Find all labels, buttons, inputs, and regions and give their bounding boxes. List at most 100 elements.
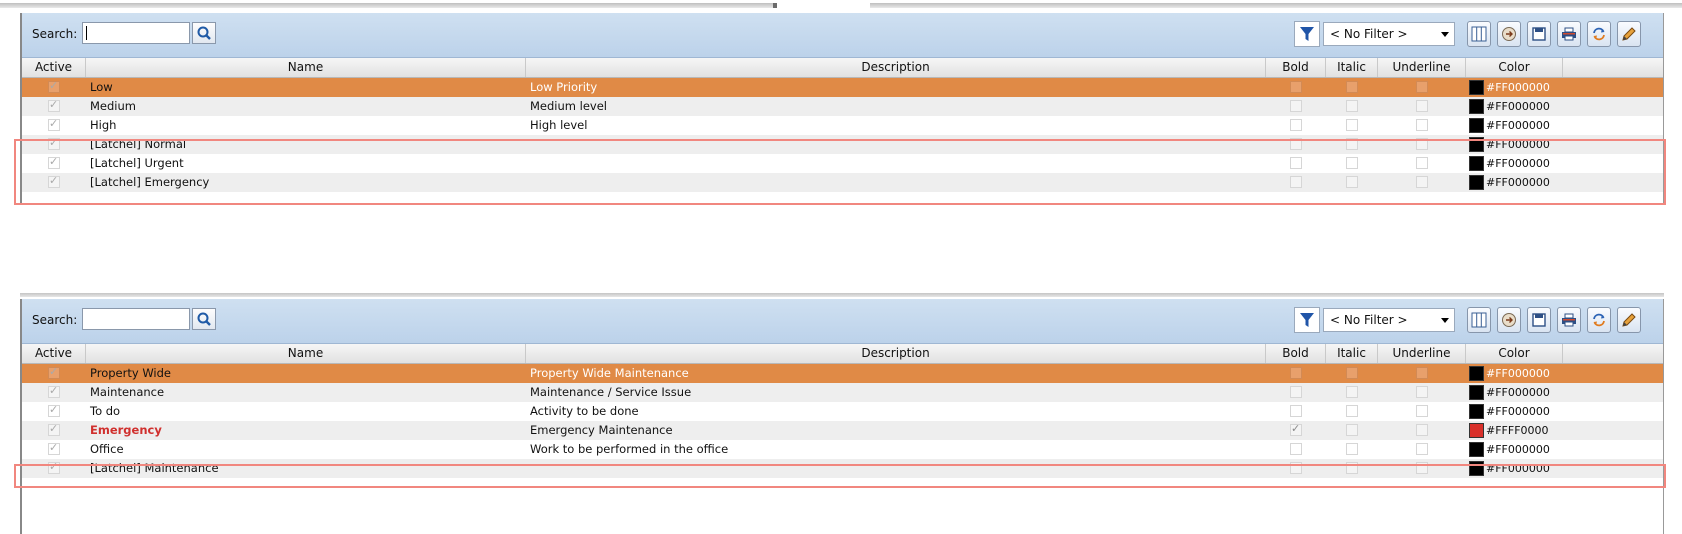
chevron-down-icon — [1441, 318, 1449, 323]
bold-checkbox[interactable]: ✓ — [1290, 422, 1302, 436]
italic-checkbox[interactable] — [1346, 424, 1358, 436]
column-header-italic[interactable]: Italic — [1326, 58, 1378, 77]
active-checkbox[interactable]: ✓ — [48, 98, 60, 112]
column-header-description[interactable]: Description — [526, 344, 1266, 363]
active-checkbox[interactable]: ✓ — [48, 117, 60, 131]
underline-checkbox[interactable] — [1416, 424, 1428, 436]
bold-checkbox[interactable] — [1290, 81, 1302, 93]
color-cell[interactable]: #FFFF0000 — [1466, 421, 1563, 440]
color-cell[interactable]: #FF000000 — [1466, 364, 1563, 383]
bold-checkbox[interactable] — [1290, 100, 1302, 112]
column-header-active[interactable]: Active — [22, 344, 86, 363]
toolbar: Search: < No Filter > — [22, 299, 1663, 344]
column-header-italic[interactable]: Italic — [1326, 344, 1378, 363]
italic-checkbox[interactable] — [1346, 119, 1358, 131]
export-button[interactable] — [1497, 21, 1521, 47]
filter-button[interactable] — [1294, 21, 1320, 47]
edit-button[interactable] — [1617, 307, 1641, 333]
export-button[interactable] — [1497, 307, 1521, 333]
color-cell[interactable]: #FF000000 — [1466, 116, 1563, 135]
active-checkbox[interactable]: ✓ — [48, 365, 60, 379]
search-button[interactable] — [192, 308, 216, 330]
color-cell[interactable]: #FF000000 — [1466, 440, 1563, 459]
active-checkbox[interactable]: ✓ — [48, 441, 60, 455]
table-row[interactable]: ✓ Emergency Emergency Maintenance ✓ #FFF… — [22, 421, 1663, 440]
column-header-underline[interactable]: Underline — [1378, 344, 1466, 363]
search-icon — [197, 312, 211, 326]
underline-checkbox[interactable] — [1416, 443, 1428, 455]
column-header-bold[interactable]: Bold — [1266, 344, 1326, 363]
color-value: #FF000000 — [1486, 100, 1550, 113]
italic-checkbox[interactable] — [1346, 367, 1358, 379]
search-input[interactable] — [82, 308, 190, 330]
row-description: High level — [530, 118, 588, 132]
edit-button[interactable] — [1617, 21, 1641, 47]
column-header-color[interactable]: Color — [1466, 58, 1563, 77]
table-row[interactable]: ✓ Maintenance Maintenance / Service Issu… — [22, 383, 1663, 402]
column-header-bold[interactable]: Bold — [1266, 58, 1326, 77]
columns-button[interactable] — [1467, 307, 1491, 333]
underline-checkbox[interactable] — [1416, 119, 1428, 131]
row-description: Maintenance / Service Issue — [530, 385, 692, 399]
filter-dropdown[interactable]: < No Filter > — [1323, 22, 1455, 46]
columns-button[interactable] — [1467, 21, 1491, 47]
bold-checkbox[interactable] — [1290, 405, 1302, 417]
bold-checkbox[interactable] — [1290, 119, 1302, 131]
active-checkbox[interactable]: ✓ — [48, 79, 60, 93]
color-cell[interactable]: #FF000000 — [1466, 402, 1563, 421]
italic-checkbox[interactable] — [1346, 100, 1358, 112]
color-swatch — [1469, 80, 1484, 95]
table-row[interactable]: ✓ Office Work to be performed in the off… — [22, 440, 1663, 459]
search-icon — [197, 26, 211, 40]
underline-checkbox[interactable] — [1416, 81, 1428, 93]
active-checkbox[interactable]: ✓ — [48, 422, 60, 436]
table-row[interactable]: ✓ Medium Medium level #FF000000 — [22, 97, 1663, 116]
save-button[interactable] — [1527, 307, 1551, 333]
underline-checkbox[interactable] — [1416, 100, 1428, 112]
italic-checkbox[interactable] — [1346, 81, 1358, 93]
grid-panel-categories: Search: < No Filter > Active Name Descri… — [20, 299, 1664, 534]
toolbar: Search: < No Filter > — [22, 13, 1663, 58]
panel-top-edge — [20, 293, 1664, 297]
filter-dropdown[interactable]: < No Filter > — [1323, 308, 1455, 332]
column-header-name[interactable]: Name — [86, 58, 526, 77]
underline-checkbox[interactable] — [1416, 405, 1428, 417]
row-description: Emergency Maintenance — [530, 423, 673, 437]
italic-checkbox[interactable] — [1346, 405, 1358, 417]
refresh-button[interactable] — [1587, 307, 1611, 333]
bold-checkbox[interactable] — [1290, 443, 1302, 455]
column-header-underline[interactable]: Underline — [1378, 58, 1466, 77]
color-value: #FFFF0000 — [1486, 424, 1549, 437]
search-input[interactable] — [82, 22, 190, 44]
bold-checkbox[interactable] — [1290, 367, 1302, 379]
color-cell[interactable]: #FF000000 — [1466, 383, 1563, 402]
columns-icon — [1471, 312, 1487, 328]
table-row[interactable]: ✓ Property Wide Property Wide Maintenanc… — [22, 364, 1663, 383]
search-button[interactable] — [192, 22, 216, 44]
bold-checkbox[interactable] — [1290, 386, 1302, 398]
refresh-button[interactable] — [1587, 21, 1611, 47]
print-icon — [1562, 313, 1576, 327]
print-button[interactable] — [1557, 21, 1581, 47]
table-row[interactable]: ✓ High High level #FF000000 — [22, 116, 1663, 135]
filter-button[interactable] — [1294, 307, 1320, 333]
table-row[interactable]: ✓ Low Low Priority #FF000000 — [22, 78, 1663, 97]
underline-checkbox[interactable] — [1416, 367, 1428, 379]
color-cell[interactable]: #FF000000 — [1466, 97, 1563, 116]
column-header-color[interactable]: Color — [1466, 344, 1563, 363]
row-description: Property Wide Maintenance — [530, 366, 689, 380]
underline-checkbox[interactable] — [1416, 386, 1428, 398]
italic-checkbox[interactable] — [1346, 443, 1358, 455]
color-cell[interactable]: #FF000000 — [1466, 78, 1563, 97]
color-value: #FF000000 — [1486, 119, 1550, 132]
column-header-name[interactable]: Name — [86, 344, 526, 363]
chevron-down-icon — [1441, 32, 1449, 37]
italic-checkbox[interactable] — [1346, 386, 1358, 398]
print-button[interactable] — [1557, 307, 1581, 333]
table-row[interactable]: ✓ To do Activity to be done #FF000000 — [22, 402, 1663, 421]
column-header-active[interactable]: Active — [22, 58, 86, 77]
active-checkbox[interactable]: ✓ — [48, 384, 60, 398]
save-button[interactable] — [1527, 21, 1551, 47]
active-checkbox[interactable]: ✓ — [48, 403, 60, 417]
column-header-description[interactable]: Description — [526, 58, 1266, 77]
